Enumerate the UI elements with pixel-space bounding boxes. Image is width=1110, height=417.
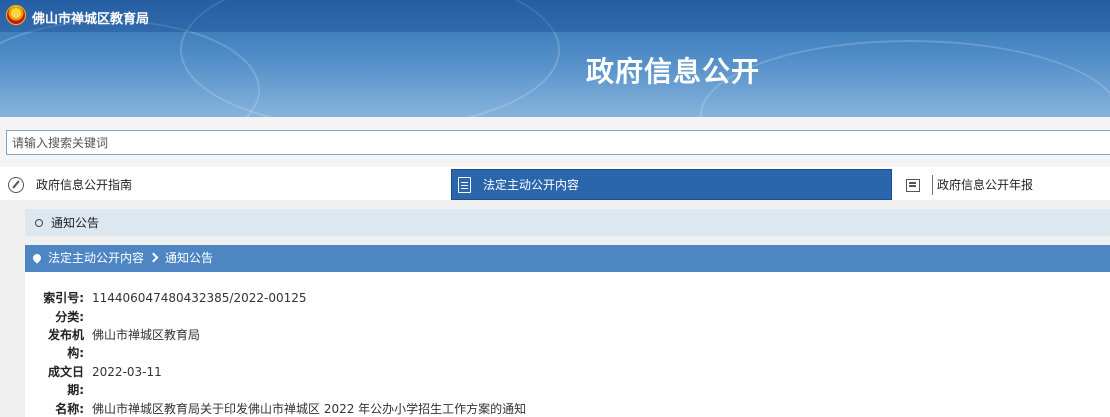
search-bar: [0, 117, 1110, 167]
meta-value: 佛山市禅城区教育局: [92, 328, 201, 342]
breadcrumb-item[interactable]: 通知公告: [165, 249, 213, 266]
meta-value: 2022-03-11: [92, 365, 162, 379]
breadcrumb: 法定主动公开内容 通知公告: [25, 245, 1110, 270]
tab-disclosure-guide[interactable]: 政府信息公开指南: [6, 169, 446, 200]
tab-active-disclosure[interactable]: 法定主动公开内容: [451, 169, 892, 200]
notice-icon: [35, 218, 43, 227]
page-title: 政府信息公开: [586, 55, 761, 88]
meta-value: 佛山市禅城区教育局关于印发佛山市禅城区 2022 年公办小学招生工作方案的通知: [92, 402, 527, 416]
compass-icon: [8, 176, 24, 193]
meta-label: 成文日期:: [47, 365, 84, 397]
meta-label: 发布机构:: [47, 328, 84, 360]
search-input[interactable]: [6, 130, 1110, 155]
meta-row-publisher: 发布机构: 佛山市禅城区教育局: [25, 326, 200, 362]
meta-row-category: 分类:: [25, 308, 92, 326]
header-topbar: [0, 0, 1110, 32]
meta-label: 分类:: [55, 310, 84, 324]
meta-row-date: 成文日期: 2022-03-11: [25, 363, 162, 399]
main-nav: 政府信息公开指南 法定主动公开内容 政府信息公开年报: [0, 167, 1110, 200]
header-banner: 佛山市禅城区教育局 政府信息公开: [0, 0, 1110, 117]
report-icon: [906, 179, 920, 192]
meta-value: 114406047480432385/2022-00125: [92, 291, 307, 305]
document-icon: [458, 176, 471, 193]
divider: [932, 174, 933, 195]
chevron-right-icon: [148, 252, 159, 263]
section-header: 通知公告: [25, 209, 1110, 236]
tab-annual-report[interactable]: 政府信息公开年报: [906, 169, 1110, 200]
meta-row-index: 索引号: 114406047480432385/2022-00125: [25, 289, 307, 307]
section-title: 通知公告: [51, 216, 100, 230]
location-pin-icon: [31, 251, 43, 264]
site-brand[interactable]: 佛山市禅城区教育局: [32, 8, 149, 27]
national-emblem-icon: [6, 5, 26, 25]
meta-label: 名称:: [55, 402, 84, 416]
tab-label: 政府信息公开指南: [36, 178, 133, 192]
meta-label: 索引号:: [43, 291, 84, 305]
banner-decoration: [700, 40, 1110, 117]
document-metadata: 索引号: 114406047480432385/2022-00125 分类: 发…: [25, 270, 1110, 417]
breadcrumb-item[interactable]: 法定主动公开内容: [48, 249, 144, 266]
tab-label: 政府信息公开年报: [937, 178, 1034, 192]
meta-row-title: 名称: 佛山市禅城区教育局关于印发佛山市禅城区 2022 年公办小学招生工作方案…: [25, 400, 526, 417]
tab-label: 法定主动公开内容: [483, 178, 580, 192]
